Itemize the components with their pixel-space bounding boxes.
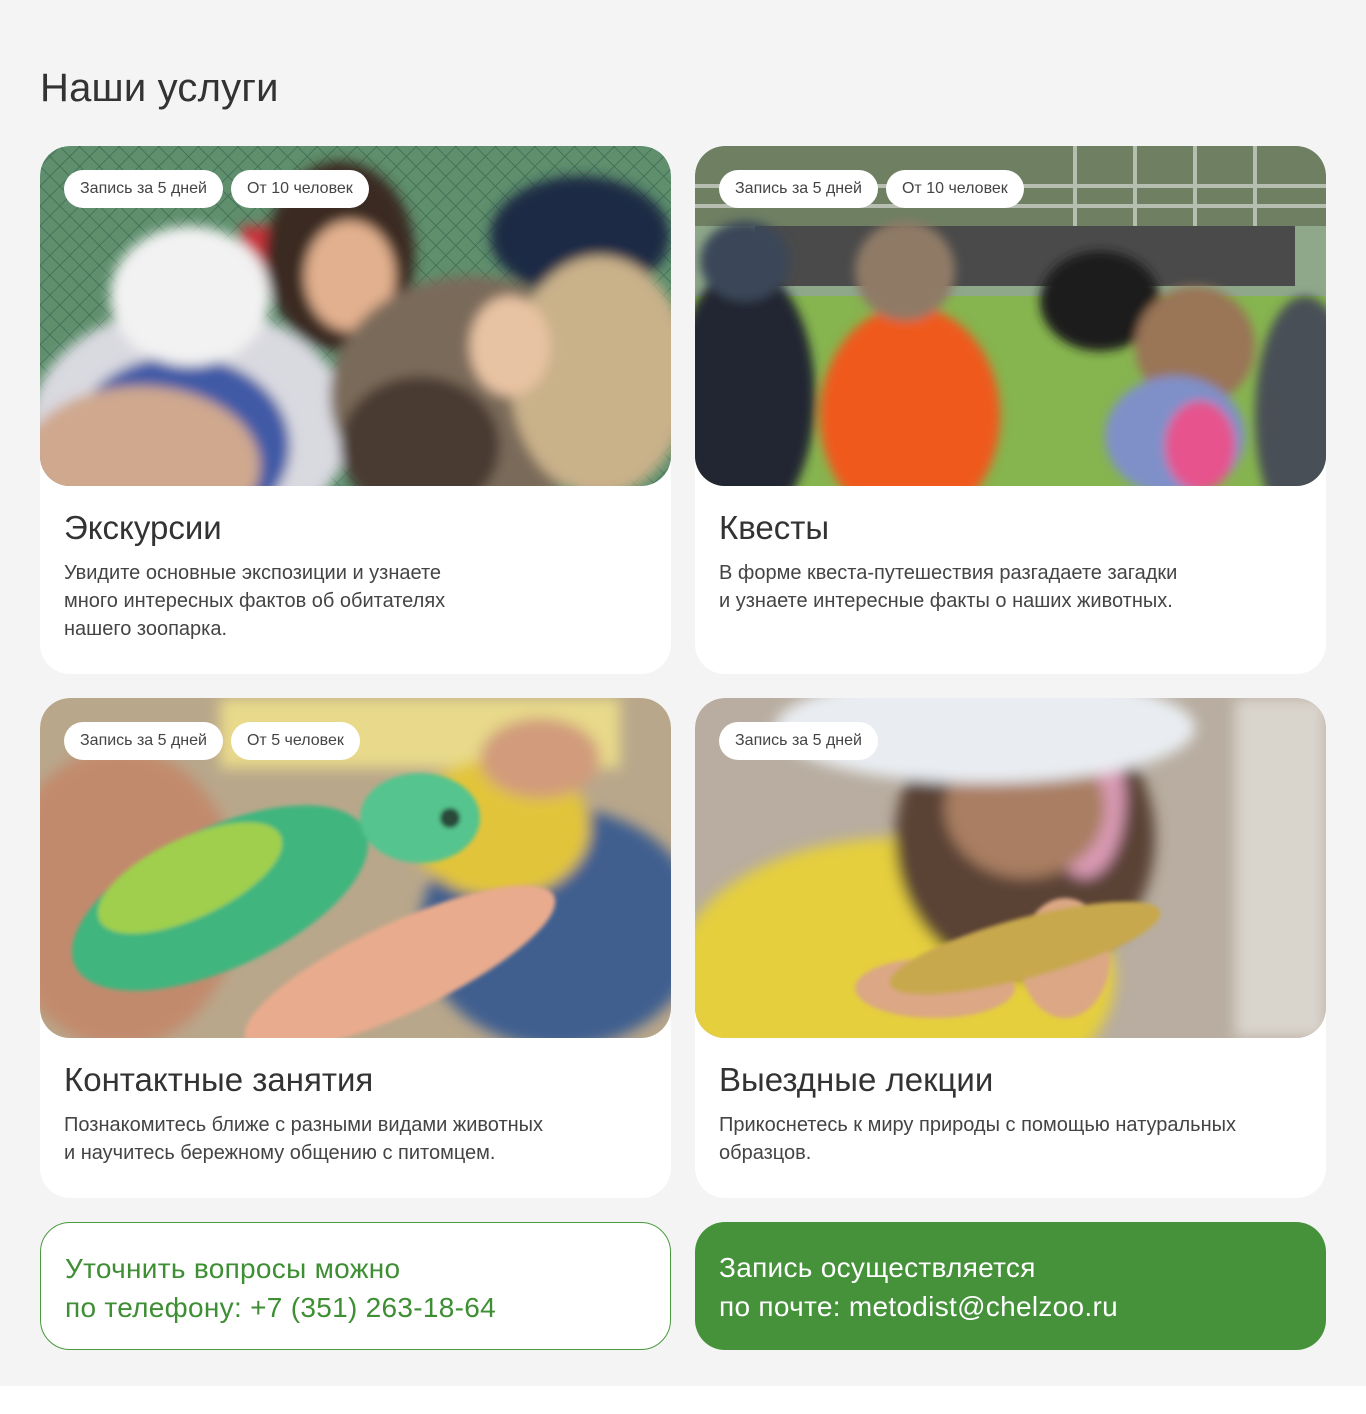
tag-booking-lead-time: Запись за 5 дней — [64, 722, 223, 760]
card-title: Квесты — [719, 509, 830, 546]
service-card-outreach-lectures[interactable]: Запись за 5 дней Выездные лекции Прикосн… — [695, 698, 1326, 1198]
contact-lessons-tags: Запись за 5 дней От 5 человек — [64, 722, 360, 760]
excursions-tags: Запись за 5 дней От 10 человек — [64, 170, 369, 208]
section-title: Наши услуги — [40, 66, 279, 110]
tag-group-size: От 10 человек — [885, 170, 1024, 208]
tag-booking-lead-time: Запись за 5 дней — [719, 170, 878, 208]
service-card-contact-lessons[interactable]: Запись за 5 дней От 5 человек Контактные… — [40, 698, 671, 1198]
card-description: Прикоснетесь к миру природы с помощью на… — [719, 1114, 1236, 1164]
outreach-lectures-tags: Запись за 5 дней — [719, 722, 878, 760]
quests-photo: Запись за 5 дней От 10 человек — [695, 146, 1326, 486]
phone-contact-box[interactable]: Уточнить вопросы можно по телефону: +7 (… — [40, 1222, 671, 1350]
card-title: Выездные лекции — [719, 1061, 994, 1098]
card-title: Контактные занятия — [64, 1061, 374, 1098]
services-section: Наши услуги Запись за 5 дней От 10 челов… — [0, 0, 1366, 1386]
tag-group-size: От 5 человек — [230, 722, 360, 760]
outreach-lectures-photo: Запись за 5 дней — [695, 698, 1326, 1038]
tag-booking-lead-time: Запись за 5 дней — [64, 170, 223, 208]
quests-tags: Запись за 5 дней От 10 человек — [719, 170, 1024, 208]
service-card-excursions[interactable]: Запись за 5 дней От 10 человек Экскурсии… — [40, 146, 671, 674]
tag-booking-lead-time: Запись за 5 дней — [719, 722, 878, 760]
card-description: В форме квеста-путешествия разгадаете за… — [719, 562, 1178, 612]
card-title: Экскурсии — [64, 509, 222, 546]
tag-group-size: От 10 человек — [230, 170, 369, 208]
card-description: Познакомитесь ближе с разными видами жив… — [64, 1114, 544, 1164]
email-booking-box[interactable]: Запись осуществляется по почте: metodist… — [695, 1222, 1326, 1350]
contact-lessons-photo: Запись за 5 дней От 5 человек — [40, 698, 671, 1038]
service-card-quests[interactable]: Запись за 5 дней От 10 человек Квесты В … — [695, 146, 1326, 674]
card-description: Увидите основные экспозиции и узнаете мн… — [64, 562, 446, 640]
excursions-photo: Запись за 5 дней От 10 человек — [40, 146, 671, 486]
